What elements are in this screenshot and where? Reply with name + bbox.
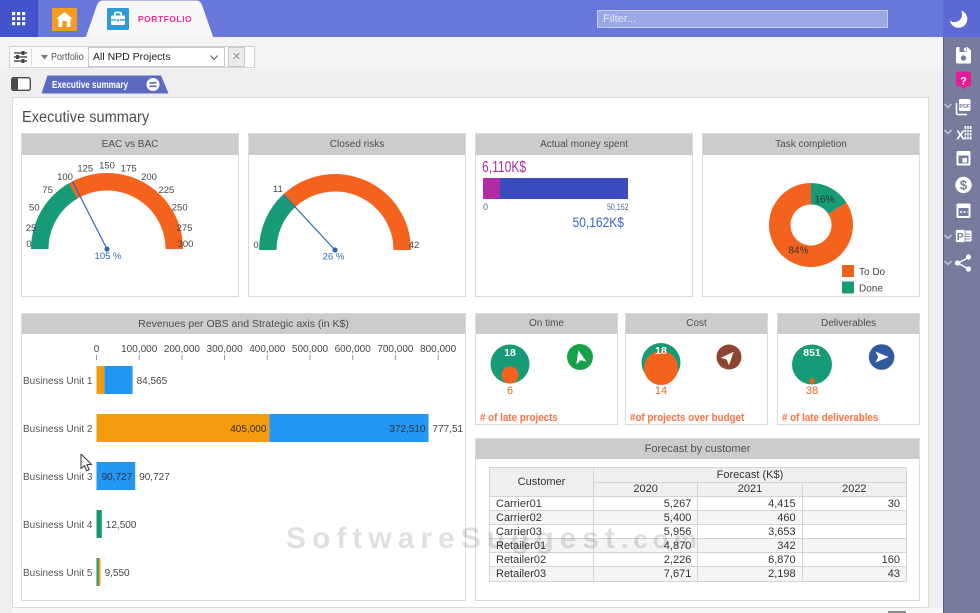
svg-text:700,000: 700,000 [377,344,414,355]
svg-text:405,000: 405,000 [230,424,267,435]
svg-text:90,727: 90,727 [102,472,133,483]
svg-text:300,000: 300,000 [207,344,244,355]
svg-text:26 %: 26 % [323,252,345,263]
svg-text:?: ? [960,76,967,88]
svg-text:0: 0 [94,344,100,355]
svg-text:Done: Done [859,284,883,295]
svg-text:Business Unit 5: Business Unit 5 [23,568,93,579]
svg-text:16%: 16% [814,195,834,206]
svg-text:150: 150 [99,161,115,172]
svg-text:125: 125 [77,163,93,174]
svg-text:225: 225 [158,185,174,196]
svg-text:400,000: 400,000 [249,344,286,355]
svg-text:6: 6 [507,385,513,397]
svg-text:100: 100 [57,172,73,183]
svg-text:100,000: 100,000 [121,344,158,355]
svg-text:50: 50 [29,203,40,214]
svg-text:84,565: 84,565 [137,376,168,387]
svg-text:800,000: 800,000 [420,344,457,355]
svg-text:Business Unit 2: Business Unit 2 [23,424,93,435]
svg-text:9,550: 9,550 [105,568,130,579]
svg-text:0: 0 [253,240,258,251]
svg-text:300: 300 [178,239,194,250]
svg-text:Business Unit 4: Business Unit 4 [23,520,93,531]
svg-text:777,51: 777,51 [433,424,464,435]
svg-text:105 %: 105 % [95,251,122,262]
svg-text:250: 250 [172,203,188,214]
svg-text:PDF: PDF [959,104,970,110]
svg-text:$: $ [960,178,968,193]
svg-text:X: X [956,128,965,143]
svg-text:372,510: 372,510 [389,424,426,435]
svg-text:500,000: 500,000 [292,344,329,355]
svg-text:18: 18 [504,347,516,359]
svg-text:Executive summary: Executive summary [52,80,128,91]
svg-text:90,727: 90,727 [139,472,170,483]
svg-text:175: 175 [121,163,137,174]
svg-text:42: 42 [409,240,420,251]
svg-text:12,500: 12,500 [106,520,137,531]
svg-text:84%: 84% [788,246,808,257]
svg-text:200,000: 200,000 [164,344,201,355]
svg-text:Business Unit 1: Business Unit 1 [23,376,93,387]
svg-text:851: 851 [803,347,821,359]
svg-text:275: 275 [177,223,193,234]
svg-text:11: 11 [273,184,283,195]
svg-text:To Do: To Do [859,267,886,278]
svg-text:25: 25 [26,223,37,234]
svg-text:18: 18 [655,345,667,357]
svg-text:14: 14 [655,385,667,397]
svg-text:0: 0 [26,239,31,250]
svg-text:75: 75 [42,185,53,196]
svg-text:600,000: 600,000 [335,344,372,355]
svg-text:200: 200 [141,172,157,183]
svg-text:38: 38 [806,385,818,397]
svg-text:P: P [957,231,964,243]
